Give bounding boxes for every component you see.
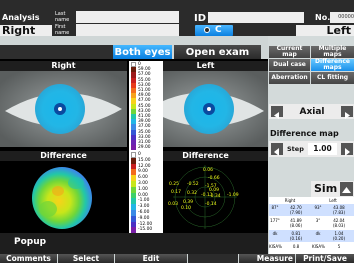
triangle-left-icon (274, 112, 279, 119)
sim-ks-cell: KISA% (269, 244, 282, 249)
step-label: Step (287, 145, 304, 153)
power-scale-swatch (131, 145, 136, 151)
difference-value: 0.32 (187, 190, 197, 196)
aberration-button[interactable]: Aberration (269, 72, 310, 84)
measure-button[interactable]: Measure (239, 254, 295, 263)
difference-value: 0.25 (169, 181, 179, 187)
popup-underline (0, 250, 50, 252)
right-eye-map[interactable] (0, 71, 127, 147)
step-value[interactable]: 1.00 (308, 143, 337, 155)
difference-value: 0.10 (181, 205, 191, 211)
sim-ks-table: Right Left 87° 42.70 (7.90) 93° 43.08 (7.83) 1… (269, 197, 354, 254)
power-scale-value: 29.00 (138, 145, 151, 151)
multiple-maps-button[interactable]: Multiple maps (311, 46, 354, 58)
left-eye-box: Left (296, 24, 354, 37)
header-bar: Analysis Last name Right First name ID C… (0, 0, 354, 37)
right-panel-title: Right (0, 61, 127, 71)
right-eye-box: Right (0, 24, 52, 37)
difference-value: -1.09 (227, 192, 239, 198)
select-button[interactable]: Select (58, 254, 114, 263)
sim-ks-cell: 41.89 (8.06) (289, 218, 303, 228)
print-save-button[interactable]: Print/Save (296, 254, 354, 263)
axial-prev-button[interactable] (271, 106, 283, 119)
sim-ks-cell: dk (272, 231, 278, 236)
difference-value: 0.17 (171, 189, 181, 195)
difference-value: -0.14 (205, 201, 217, 207)
difference-value: -0.34 (209, 193, 221, 199)
sim-ks-cell: 43.08 (7.83) (332, 205, 346, 215)
current-map-button[interactable]: Current map (269, 46, 310, 58)
sim-ks-cell: 93° (314, 205, 322, 210)
edit-button[interactable]: Edit (115, 254, 187, 263)
sim-ks-cell: 42.70 (7.90) (289, 205, 303, 215)
sim-ks-cell: 87° (271, 205, 279, 210)
sim-ks-cell: 0.81 (0.16) (289, 231, 303, 241)
difference-heatmap (32, 167, 92, 229)
triangle-right-icon (345, 148, 350, 156)
open-exam-button[interactable]: Open exam (174, 45, 261, 59)
difference-value: 0.03 (168, 201, 178, 207)
tabbar-spacer (0, 45, 113, 59)
difference-color-map[interactable] (0, 161, 127, 233)
dual-case-button[interactable]: Dual case (269, 59, 310, 71)
right-eye-image (0, 71, 127, 147)
both-eyes-tab[interactable]: Both eyes (113, 45, 172, 59)
no-label: No. (315, 13, 331, 22)
triangle-left-icon (274, 148, 279, 156)
step-down-button[interactable] (271, 143, 283, 156)
difference-value: 0.39 (183, 199, 193, 205)
last-name-field[interactable] (76, 11, 179, 23)
sim-ks-cell: 0.8 (292, 244, 300, 249)
sim-ks-cell: 3° (315, 218, 321, 223)
difference-left-title: Difference (0, 151, 127, 161)
camera-icon (204, 27, 210, 33)
axial-next-button[interactable] (341, 106, 353, 119)
eye-side-right-label: Right (2, 24, 36, 37)
difference-map-title: Difference map (270, 129, 339, 138)
difference-scale: 0 15.00 12.00 9.00 6.00 3.00 1.00 0.00 -1.00 -3.0… (129, 151, 163, 234)
camera-toggle[interactable]: C (195, 25, 233, 36)
analysis-label: Analysis (2, 13, 40, 22)
difference-value: -0.66 (208, 175, 220, 181)
bottom-spacer (188, 254, 238, 263)
cl-fitting-button[interactable]: CL fitting (311, 72, 354, 84)
no-value: 00000 (330, 12, 354, 23)
difference-maps-button[interactable]: Difference maps (311, 59, 354, 71)
power-scale: 0 59.00 57.00 55.00 53.00 51.00 49.00 47.00 45.0… (129, 61, 163, 151)
popup-label[interactable]: Popup (14, 237, 46, 247)
sim-ks-cell: 1.04 (0.20) (332, 231, 346, 241)
sim-ks-collapse-button[interactable] (340, 182, 353, 196)
map-type-label: Axial (299, 107, 325, 117)
triangle-right-icon (345, 112, 350, 119)
first-name-label: First name (55, 24, 70, 36)
comments-button[interactable]: Comments (0, 254, 57, 263)
first-name-field[interactable] (76, 24, 179, 36)
sim-ks-head-right: Right (284, 198, 296, 203)
sim-ks-cell: 5 (337, 244, 341, 249)
step-up-button[interactable] (341, 143, 353, 156)
id-field[interactable] (208, 12, 304, 23)
sim-ks-cell: KISA% (312, 244, 325, 249)
difference-value: 0.06 (203, 167, 213, 173)
sim-ks-cell: 42.04 (8.03) (332, 218, 346, 228)
difference-value: -0.52 (187, 181, 199, 187)
last-name-label: Last name (55, 11, 70, 23)
sim-ks-cell: 177° (270, 218, 280, 223)
difference-value: 0.09 (209, 187, 219, 193)
camera-label: C (215, 25, 222, 35)
sim-ks-head-left: Left (329, 198, 337, 203)
triangle-up-icon (342, 187, 351, 193)
id-label: ID (194, 13, 207, 24)
sim-ks-cell: dk (315, 231, 321, 236)
